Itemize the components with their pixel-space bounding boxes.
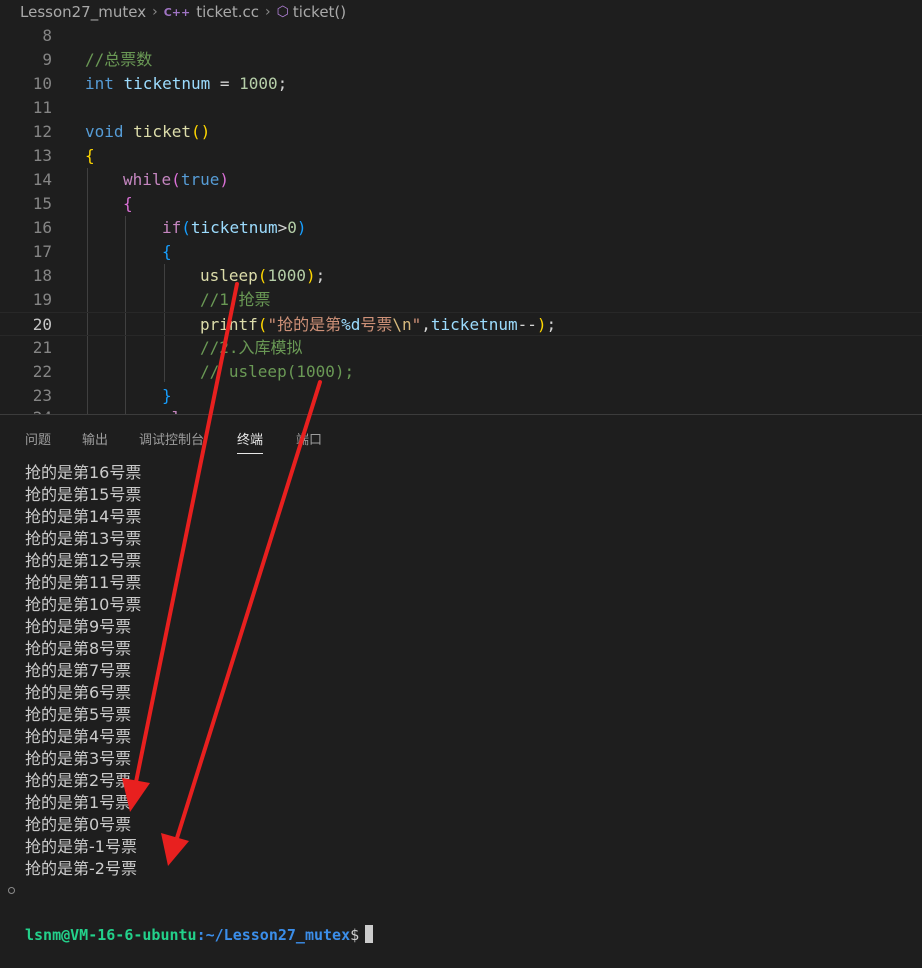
- prompt-symbol: $: [350, 926, 360, 944]
- prompt-path: :~/Lesson27_mutex: [196, 926, 351, 944]
- arrow-shaft: [175, 380, 322, 840]
- annotation-arrow: [161, 380, 322, 866]
- arrow-head: [161, 833, 189, 866]
- arrow-head: [122, 778, 150, 812]
- annotation-arrows: [122, 282, 322, 866]
- terminal-cursor: [365, 925, 374, 943]
- annotation-arrow: [122, 282, 239, 812]
- prompt-user: lsnm@VM-16-6-ubuntu: [25, 926, 197, 944]
- arrow-shaft: [134, 282, 239, 784]
